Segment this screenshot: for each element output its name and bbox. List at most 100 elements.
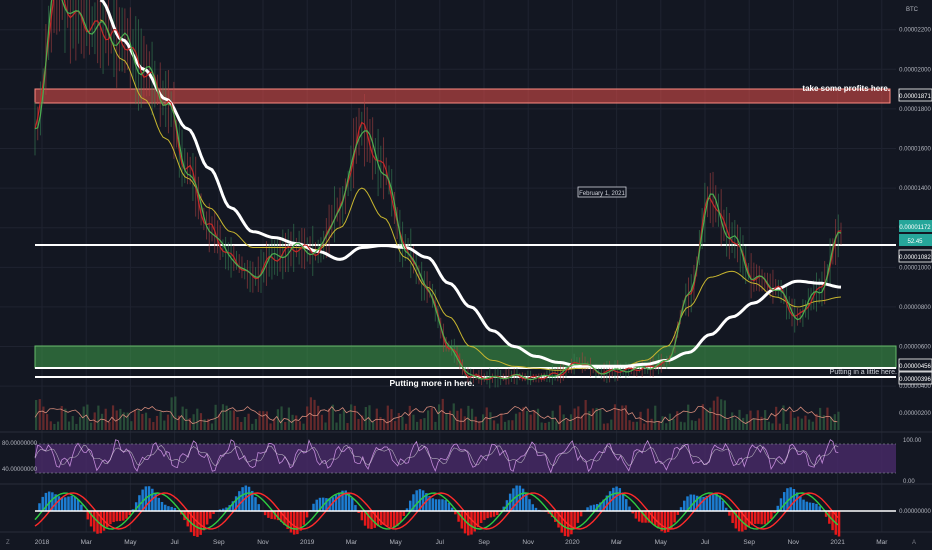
stoch-bar-up: [782, 492, 786, 511]
volume-bar: [133, 409, 137, 430]
volume-bar: [441, 398, 444, 430]
stoch-bar-down: [386, 511, 389, 527]
volume-bar: [558, 405, 562, 430]
stoch-bar-up: [257, 504, 260, 511]
volume-bar: [225, 405, 228, 430]
volume-bar: [71, 416, 74, 430]
stoch-bar-down: [479, 511, 483, 524]
stoch-bar-up: [808, 502, 812, 511]
volume-bar: [518, 412, 521, 430]
volume-bar: [800, 418, 803, 430]
volume-bar: [650, 418, 653, 430]
volume-bar: [577, 406, 580, 430]
stoch-bar-down: [122, 511, 125, 521]
volume-bar: [166, 414, 170, 430]
volume-bar: [342, 410, 345, 430]
stoch-bar-up: [528, 499, 531, 511]
volume-bar: [778, 423, 781, 430]
stoch-bar-up: [421, 490, 425, 511]
time-axis-label: Nov: [522, 539, 534, 546]
rsi-pane[interactable]: [34, 439, 896, 474]
symbol-label: BTC: [906, 7, 919, 13]
stoch-bar-down: [360, 511, 364, 521]
zoom-icon[interactable]: Z: [6, 540, 10, 546]
stoch-bar-down: [118, 511, 122, 522]
volume-bar: [53, 423, 56, 430]
stoch-bar-up: [589, 505, 593, 511]
price-axis-label: 0.00000800: [899, 305, 931, 311]
volume-bar: [423, 418, 426, 430]
volume-bar: [199, 413, 203, 430]
stoch-bar-up: [354, 505, 357, 511]
stoch-bar-up: [615, 486, 618, 511]
stoch-bar-down: [115, 511, 119, 522]
stoch-bar-up: [247, 486, 251, 511]
volume-bar: [78, 416, 82, 430]
volume-bar: [302, 423, 305, 430]
volume-bar: [100, 413, 104, 430]
volume-bar: [137, 410, 140, 430]
volume-bar: [243, 416, 247, 430]
volume-bar: [379, 416, 382, 430]
stoch-bar-up: [802, 499, 805, 511]
volume-bar: [617, 409, 620, 430]
volume-bar: [544, 422, 547, 430]
volume-bar: [155, 415, 159, 430]
volume-bar: [709, 407, 712, 430]
stoch-bar-down: [486, 511, 489, 519]
volume-bar: [646, 408, 650, 430]
stoch-bar-up: [57, 496, 61, 511]
volume-bar: [643, 423, 646, 430]
stoch-bar-up: [238, 491, 241, 511]
time-axis-label: May: [124, 539, 137, 546]
volume-bar: [540, 422, 543, 430]
volume-bar: [639, 411, 642, 430]
volume-bar: [104, 408, 107, 430]
volume-bar: [89, 422, 93, 430]
volume-bar: [394, 421, 397, 430]
chart-canvas[interactable]: take some profits here. Putting more in …: [0, 0, 932, 550]
stoch-bar-up: [60, 497, 64, 511]
auto-scale-icon[interactable]: A: [912, 540, 916, 546]
volume-bar: [298, 421, 301, 430]
stoch-bar-up: [521, 488, 525, 511]
time-axis-label: Sep: [478, 539, 490, 546]
stoch-bar-up: [38, 503, 41, 511]
stoch-bar-down: [637, 511, 641, 522]
volume-bar: [489, 412, 492, 430]
volume-bar: [445, 413, 448, 430]
volume-bar: [320, 414, 323, 430]
volume-axis-label: 0.00000200: [899, 411, 931, 417]
volume-bar: [232, 410, 236, 430]
stoch-bar-down: [192, 511, 196, 536]
rsi-value-tag: 52.45: [907, 239, 923, 245]
volume-bar: [386, 405, 389, 430]
price-axis-label: 0.00001400: [899, 186, 931, 192]
volume-bar: [610, 419, 613, 430]
volume-bar: [350, 404, 353, 430]
stoch-bar-up: [618, 488, 622, 511]
price-axis-label: 0.00000600: [899, 345, 931, 351]
stoch-bar-down: [483, 511, 486, 520]
volume-bar: [280, 406, 283, 430]
volume-bar: [412, 414, 415, 430]
volume-bar: [808, 419, 811, 430]
stoch-bar-up: [254, 497, 257, 511]
volume-bar: [511, 420, 514, 430]
volume-bar: [833, 414, 836, 430]
stoch-bar-down: [673, 511, 676, 523]
stoch-bar-up: [315, 499, 318, 511]
volume-bar: [786, 423, 789, 430]
volume-bar: [503, 421, 507, 430]
volume-bar: [463, 416, 466, 430]
volume-bar: [295, 415, 298, 430]
stoch-bar-up: [431, 498, 435, 511]
volume-bar: [474, 416, 477, 430]
stoch-bar-down: [112, 511, 115, 523]
time-axis-label: Jul: [701, 539, 710, 546]
stoch-bar-down: [209, 511, 212, 519]
stoch-bar-down: [199, 511, 202, 535]
stoch-bar-down: [770, 511, 773, 520]
resistance-tag: 0.00001082: [899, 255, 931, 261]
stoch-bar-down: [763, 511, 767, 525]
